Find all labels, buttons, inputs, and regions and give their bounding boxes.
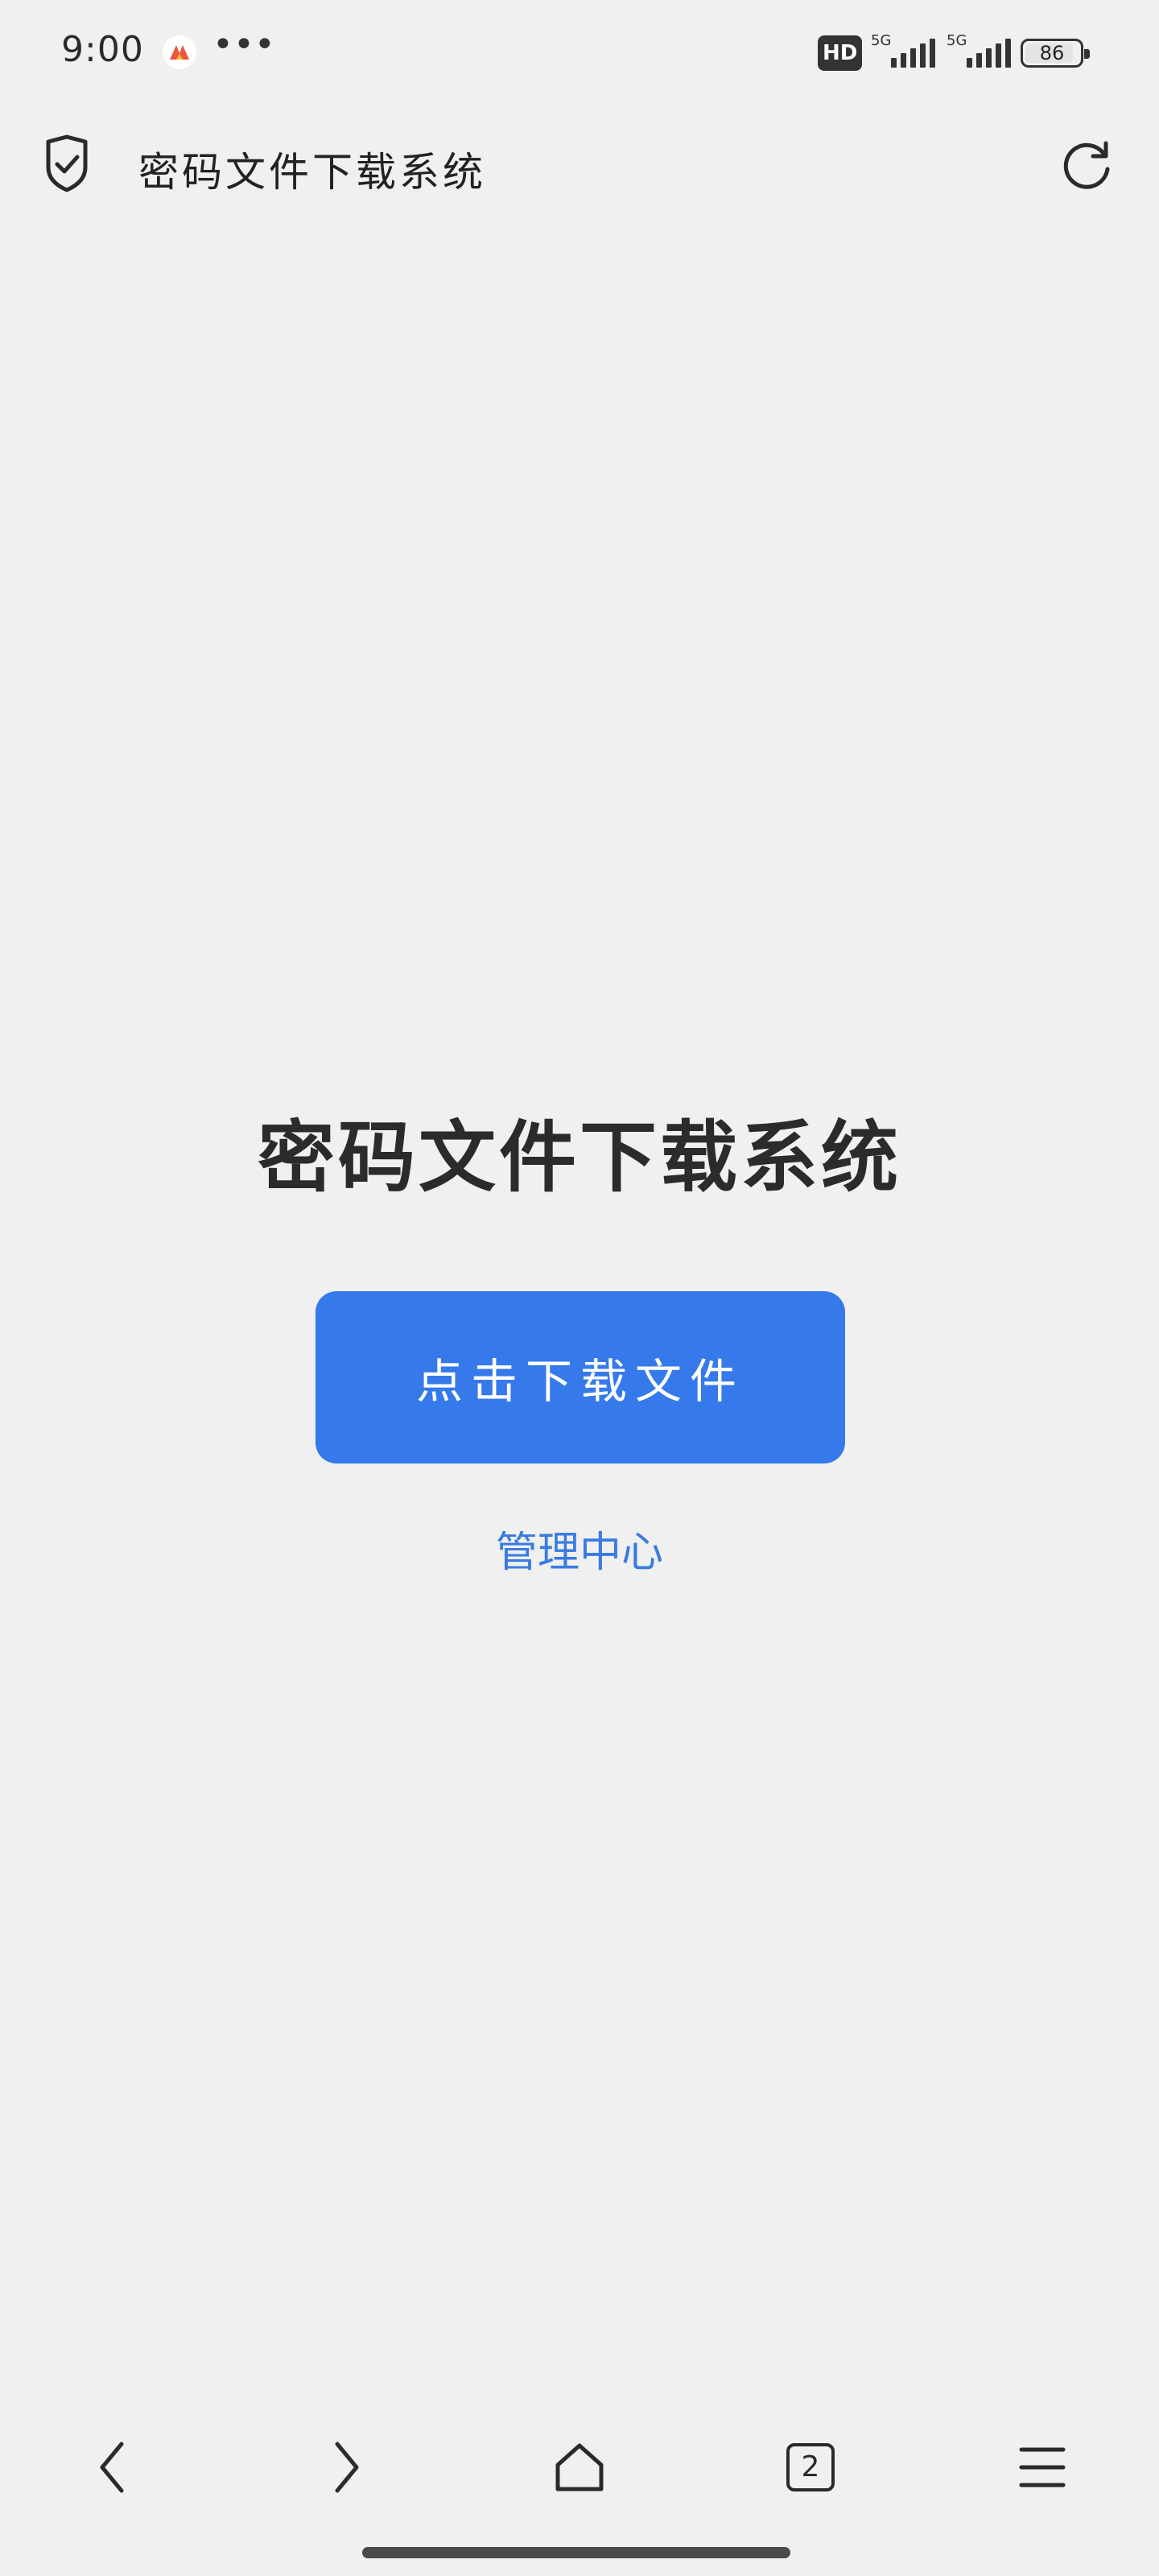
shield-check-icon[interactable] [40, 134, 93, 195]
admin-center-link[interactable]: 管理中心 [0, 1518, 1159, 1579]
status-bar: 9:00 ••• HD 5G 5G 86 [0, 0, 1159, 105]
main-heading: 密码文件下载系统 [258, 1113, 901, 1203]
more-notifications-icon: ••• [212, 24, 275, 65]
page-title: 密码文件下载系统 [138, 149, 486, 196]
signal-strength-sim1-icon: 5G [871, 32, 935, 71]
bottom-navigation: 2 [0, 2407, 1159, 2520]
tabs-icon[interactable]: 2 [774, 2431, 847, 2504]
tab-count: 2 [786, 2443, 835, 2491]
main-content: 密码文件下载系统 点击下载文件 管理中心 [0, 1095, 1159, 1577]
browser-header: 密码文件下载系统 [0, 113, 1159, 217]
browser-screen: 9:00 ••• HD 5G 5G 86 密码文件下载系统 密码文件下载系统 点… [0, 0, 1159, 2576]
notification-app-icon [163, 35, 196, 69]
forward-icon[interactable] [309, 2431, 382, 2504]
download-file-button[interactable]: 点击下载文件 [316, 1291, 845, 1463]
battery-icon: 86 [1021, 39, 1090, 68]
status-clock: 9:00 [61, 29, 144, 70]
home-indicator-bar[interactable] [362, 2547, 790, 2558]
battery-percentage: 86 [1039, 42, 1065, 64]
hd-voice-badge: HD [818, 35, 863, 71]
network-type-label: 5G [947, 32, 967, 49]
home-icon[interactable] [543, 2431, 616, 2504]
signal-strength-sim2-icon: 5G [947, 32, 1011, 71]
reload-icon[interactable] [1059, 137, 1116, 193]
menu-icon[interactable] [1006, 2431, 1079, 2504]
back-icon[interactable] [77, 2431, 150, 2504]
network-type-label: 5G [871, 32, 892, 49]
